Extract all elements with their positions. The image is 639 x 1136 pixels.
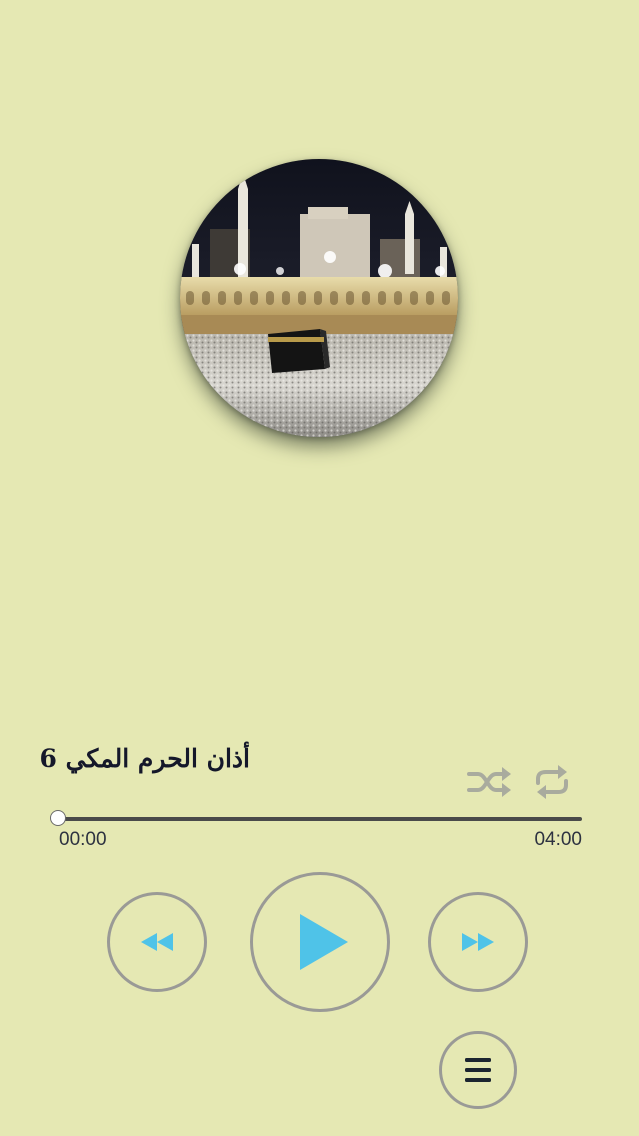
shuffle-button[interactable] [465, 760, 513, 804]
menu-icon [465, 1058, 491, 1082]
kaaba-image [180, 159, 458, 437]
elapsed-time: 00:00 [59, 829, 107, 850]
progress-thumb[interactable] [50, 810, 66, 826]
player-screen: أذان الحرم المكي 6 00:00 04:00 [0, 0, 639, 1136]
total-time: 04:00 [534, 829, 582, 850]
fast-forward-button[interactable] [428, 892, 528, 992]
album-artwork [180, 159, 458, 437]
fast-forward-icon [462, 933, 494, 951]
progress-bar[interactable] [50, 810, 582, 826]
repeat-button[interactable] [528, 760, 576, 804]
repeat-icon [536, 765, 568, 799]
shuffle-icon [467, 767, 511, 797]
playlist-menu-button[interactable] [439, 1031, 517, 1109]
track-title: أذان الحرم المكي 6 [39, 744, 250, 773]
rewind-icon [141, 933, 173, 951]
rewind-button[interactable] [107, 892, 207, 992]
play-button[interactable] [250, 872, 390, 1012]
play-icon [300, 914, 348, 970]
